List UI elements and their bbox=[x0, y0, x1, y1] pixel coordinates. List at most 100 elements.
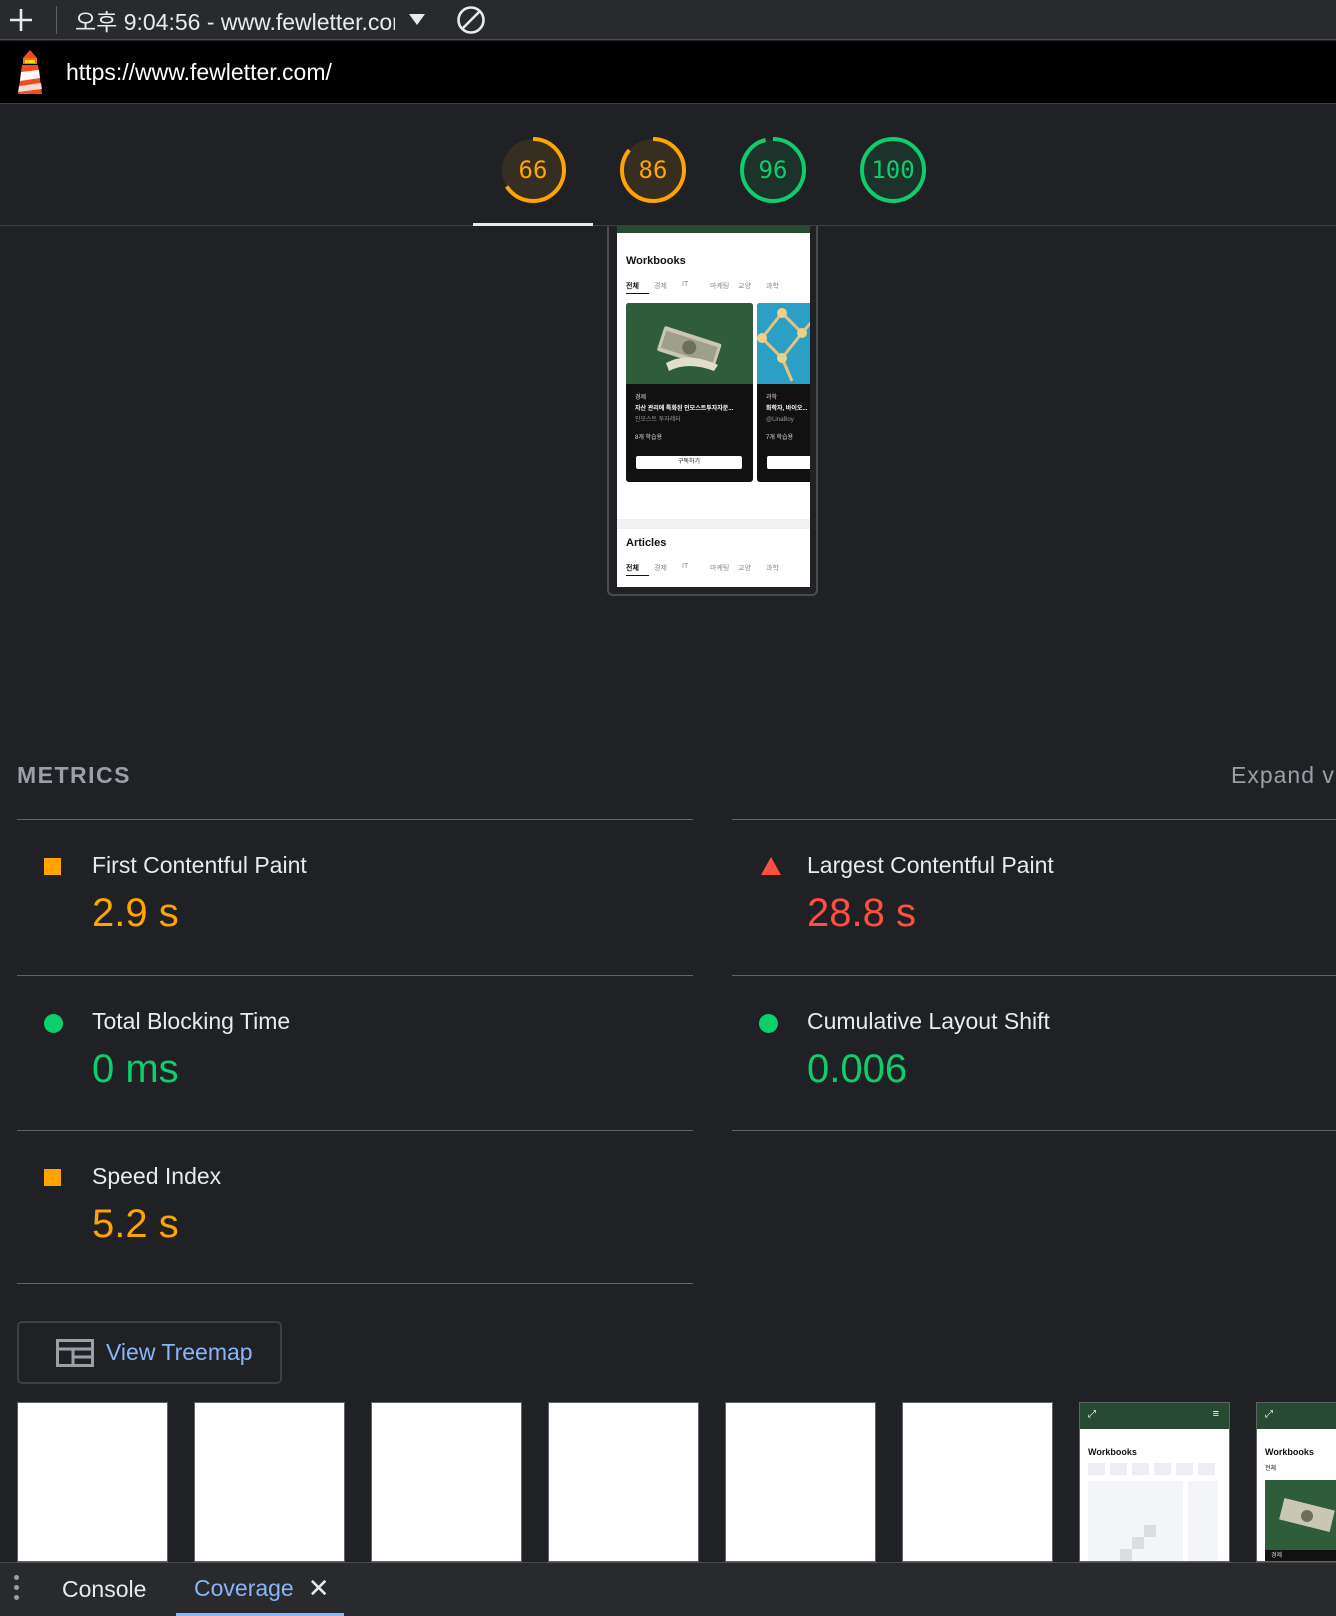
tab-coverage-label: Coverage bbox=[194, 1574, 294, 1601]
report-url: https://www.fewletter.com/ bbox=[66, 58, 332, 85]
close-icon[interactable]: ✕ bbox=[308, 1573, 330, 1604]
card-author: 인모스트 투자레터 bbox=[635, 417, 681, 423]
metric-name: Total Blocking Time bbox=[92, 1008, 291, 1034]
metric-lcp: Largest Contentful Paint 28.8 s bbox=[732, 819, 1336, 974]
screenshot-tab: 경제 bbox=[654, 565, 667, 572]
metrics-right-divider bbox=[732, 1130, 1336, 1131]
expand-view-toggle[interactable]: Expand view bbox=[1231, 762, 1336, 789]
frame-tab: 전체 bbox=[1265, 1466, 1277, 1472]
screenshot-workbooks-title: Workbooks bbox=[626, 255, 686, 267]
screenshot-workbook-card: 과학 화학자, 바이오... @LinaBoy 7개 학습용 bbox=[757, 303, 810, 482]
filmstrip-frame bbox=[17, 1402, 168, 1562]
screenshot-tab: 마케팅 bbox=[710, 565, 730, 572]
metric-name: Largest Contentful Paint bbox=[807, 852, 1054, 878]
expand-icon: ⤢ bbox=[1265, 1409, 1273, 1420]
report-url-bar: https://www.fewletter.com/ bbox=[0, 41, 1336, 104]
screenshot-tab-underline bbox=[626, 293, 649, 294]
metric-cls: Cumulative Layout Shift 0.006 bbox=[732, 975, 1336, 1130]
tab-console[interactable]: Console bbox=[62, 1563, 146, 1616]
card-title: 자산 관리에 특화된 인모스트투자자문... bbox=[635, 406, 734, 412]
treemap-icon bbox=[56, 1338, 94, 1367]
plus-icon[interactable] bbox=[2, 5, 40, 35]
screenshot-tab-underline bbox=[626, 575, 649, 576]
screenshot-tab: 교양 bbox=[738, 283, 751, 290]
filmstrip-frame: ⤢ ≡ Workbooks bbox=[1079, 1402, 1230, 1562]
metric-value: 28.8 s bbox=[807, 891, 916, 935]
fail-triangle-icon bbox=[761, 857, 781, 875]
average-square-icon bbox=[44, 1169, 61, 1186]
average-square-icon bbox=[44, 858, 61, 875]
screenshot-workbook-card: 경제 자산 관리에 특화된 인모스트투자자문... 인모스트 투자레터 8개 학… bbox=[626, 303, 753, 482]
card-author: @LinaBoy bbox=[766, 417, 794, 423]
filmstrip-frame bbox=[548, 1402, 699, 1562]
filmstrip-frame: ⤢ Workbooks 전체 경제 bbox=[1256, 1402, 1336, 1562]
report-selector[interactable]: 오후 9:04:56 - www.fewletter.com bbox=[75, 5, 433, 35]
metric-fcp: First Contentful Paint 2.9 s bbox=[17, 819, 693, 974]
card-category: 경제 bbox=[635, 395, 647, 401]
card-subscribe-button: 구독하기 bbox=[636, 456, 742, 469]
frame-card-category: 경제 bbox=[1265, 1550, 1336, 1561]
screenshot-articles-title: Articles bbox=[626, 537, 667, 549]
metric-value: 0.006 bbox=[807, 1047, 908, 1091]
metrics-bottom-divider bbox=[17, 1283, 693, 1284]
lighthouse-logo-icon bbox=[8, 48, 52, 96]
screenshot-tab: 전체 bbox=[626, 565, 639, 572]
card-lessons: 8개 학습용 bbox=[635, 435, 663, 441]
screenshot-article-tabs: 전체 경제 IT 마케팅 교양 과학 bbox=[626, 563, 794, 573]
screenshot-tab: 과학 bbox=[766, 565, 779, 572]
view-treemap-button[interactable]: View Treemap bbox=[17, 1321, 282, 1384]
pass-circle-icon bbox=[759, 1014, 778, 1033]
frame-workbooks-title: Workbooks bbox=[1088, 1447, 1137, 1457]
score-gauges: 66 86 96 100 bbox=[0, 104, 1336, 226]
screenshot-tab: 전체 bbox=[626, 283, 639, 290]
screenshot-tab: 과학 bbox=[766, 283, 779, 290]
final-screenshot[interactable]: Workbooks 전체 경제 IT 마케팅 교양 과학 경제 자산 관리에 특… bbox=[607, 226, 818, 596]
accessibility-gauge[interactable]: 86 bbox=[619, 136, 687, 204]
metric-value: 0 ms bbox=[92, 1047, 179, 1091]
screenshot-tab: 경제 bbox=[654, 283, 667, 290]
metric-name: First Contentful Paint bbox=[92, 852, 307, 878]
screenshot-tab: 마케팅 bbox=[710, 283, 730, 290]
screenshot-tab: IT bbox=[682, 281, 689, 288]
toolbar-divider bbox=[56, 5, 57, 34]
filmstrip-frame bbox=[371, 1402, 522, 1562]
metric-name: Speed Index bbox=[92, 1163, 222, 1189]
final-screenshot-page: Workbooks 전체 경제 IT 마케팅 교양 과학 경제 자산 관리에 특… bbox=[617, 226, 810, 587]
dropdown-caret-icon bbox=[409, 14, 425, 25]
screenshot-workbook-tabs: 전체 경제 IT 마케팅 교양 과학 bbox=[626, 281, 794, 291]
tab-coverage[interactable]: Coverage ✕ bbox=[176, 1563, 344, 1616]
screenshot-header-bar bbox=[617, 226, 810, 233]
view-treemap-label: View Treemap bbox=[106, 1339, 253, 1365]
frame-workbooks-title: Workbooks bbox=[1265, 1447, 1314, 1457]
performance-gauge[interactable]: 66 bbox=[499, 136, 567, 204]
score-value: 96 bbox=[758, 156, 788, 184]
metric-tbt: Total Blocking Time 0 ms bbox=[17, 975, 693, 1130]
best-practices-gauge[interactable]: 96 bbox=[739, 136, 807, 204]
frame-header: ⤢ ≡ bbox=[1080, 1403, 1229, 1429]
metrics-title: METRICS bbox=[17, 762, 131, 788]
frame-skeleton bbox=[1088, 1463, 1218, 1561]
molecule-image bbox=[757, 303, 810, 384]
screenshot-tab: IT bbox=[682, 563, 689, 570]
metric-name: Cumulative Layout Shift bbox=[807, 1008, 1050, 1034]
metric-speed-index: Speed Index 5.2 s bbox=[17, 1130, 693, 1285]
card-subscribe-button bbox=[767, 456, 810, 469]
devtools-drawer: Console Coverage ✕ bbox=[0, 1562, 1336, 1616]
screenshot-tab: 교양 bbox=[738, 565, 751, 572]
card-lessons: 7개 학습용 bbox=[766, 435, 794, 441]
screenshot-section-gap bbox=[617, 519, 810, 529]
block-icon[interactable] bbox=[455, 4, 487, 36]
menu-icon: ≡ bbox=[1212, 1408, 1219, 1420]
metric-value: 5.2 s bbox=[92, 1202, 179, 1246]
frame-header: ⤢ bbox=[1257, 1403, 1336, 1429]
filmstrip: ⤢ ≡ Workbooks ⤢ Workbooks 전체 경제 bbox=[0, 1402, 1336, 1562]
filmstrip-frame bbox=[725, 1402, 876, 1562]
score-value: 66 bbox=[518, 156, 548, 184]
pass-circle-icon bbox=[44, 1014, 63, 1033]
more-tools-icon[interactable] bbox=[14, 1575, 20, 1605]
dollar-bills-image bbox=[626, 303, 753, 384]
expand-icon: ⤢ bbox=[1088, 1409, 1096, 1420]
seo-gauge[interactable]: 100 bbox=[859, 136, 927, 204]
lighthouse-toolbar: 오후 9:04:56 - www.fewletter.com bbox=[0, 0, 1336, 40]
report-selector-label: 오후 9:04:56 - www.fewletter.com bbox=[75, 8, 395, 35]
